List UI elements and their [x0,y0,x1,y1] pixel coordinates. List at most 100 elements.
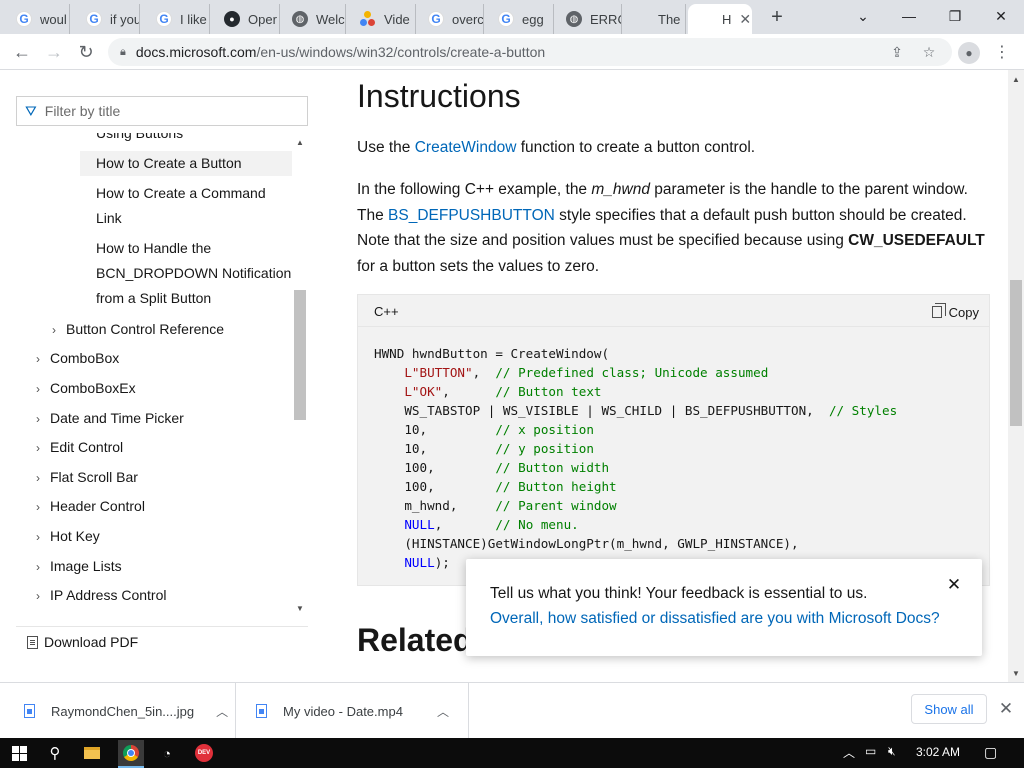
tab-title: Vide [384,11,410,27]
download-item[interactable]: RaymondChen_5in....jpg ︿ [0,683,236,739]
tab-strip: Gwoul Gif you G I like ● Oper ◍ Welc Vide G… [0,0,1024,34]
tab-github[interactable]: ● Oper [214,4,280,34]
show-all-button[interactable]: Show all [911,694,987,724]
bs-defpushbutton-link[interactable]: BS_DEFPUSHBUTTON [388,207,555,224]
close-download-bar-icon[interactable]: ✕ [995,698,1017,720]
chevron-right-icon: › [36,471,40,485]
toc-item-edit-control[interactable]: › Edit Control [36,435,123,461]
tab-google-4[interactable]: Goverc [418,4,484,34]
new-tab-button[interactable]: + [766,6,788,28]
toc-item-selected[interactable]: How to Create a Button [80,151,292,176]
filter-icon: ⛛ [25,102,37,119]
toc-item-button-control-reference[interactable]: › Button Control Reference [52,317,224,343]
table-of-contents: Using Buttons How to Create a Button How… [16,133,292,617]
tab-google-2[interactable]: Gif you [76,4,140,34]
profile-avatar-icon[interactable]: ● [958,42,980,64]
createwindow-link[interactable]: CreateWindow [415,139,517,156]
feedback-survey-link[interactable]: Overall, how satisfied or dissatisfied a… [490,610,940,628]
toc-scrollbar[interactable]: ▲ ▼ [293,133,307,617]
chevron-up-icon[interactable]: ︿ [216,703,228,720]
download-item[interactable]: My video - Date.mp4 ︿ [236,683,469,739]
share-icon[interactable]: ⇪ [886,42,908,62]
chevron-right-icon: › [36,412,40,426]
toc-item-hot-key[interactable]: › Hot Key [36,524,100,550]
code-line: 100, // Button height [374,479,617,494]
page-scroll-thumb[interactable] [1010,280,1022,426]
video-icon [360,11,376,27]
tab-video[interactable]: Vide [350,4,416,34]
tab-google-1[interactable]: Gwoul [6,4,70,34]
toc-item[interactable]: Using Buttons [96,133,183,146]
restore-icon[interactable]: ❐ [940,4,970,28]
paragraph-example: In the following C++ example, the m_hwnd… [357,177,987,279]
code-line: 10, // x position [374,422,594,437]
windows-start-icon[interactable] [9,743,29,763]
toc-label: ComboBoxEx [50,380,136,396]
tab-google-3[interactable]: G I like [146,4,210,34]
dev-app-icon[interactable]: DEV [194,743,214,763]
scroll-down-icon[interactable]: ▼ [293,601,307,615]
chevron-right-icon: › [36,441,40,455]
notifications-icon[interactable]: ▢ [984,744,997,761]
close-icon[interactable]: ✕ [944,575,964,595]
toc-item-combobox[interactable]: › ComboBox [36,346,119,372]
tab-title: H [722,11,732,27]
reload-icon[interactable]: ↻ [74,40,98,64]
minimize-icon[interactable]: — [894,4,924,28]
chevron-up-icon[interactable]: ︿ [437,703,449,720]
toc-item[interactable]: How to Handle the BCN_DROPDOWN Notificat… [96,236,292,311]
section-heading-instructions: Instructions [357,78,521,114]
text: In the following C++ example, the [357,181,592,198]
show-hidden-icons-icon[interactable]: ︿ [843,744,855,761]
scroll-down-icon[interactable]: ▼ [1008,666,1024,680]
close-tab-icon[interactable]: ✕ [739,11,751,28]
toc-item-image-lists[interactable]: › Image Lists [36,554,122,580]
forward-icon[interactable]: → [42,40,66,64]
tab-microsoft-1[interactable]: The [624,4,686,34]
toc-item[interactable]: How to Create a Command Link [96,181,286,231]
chevron-right-icon: › [36,382,40,396]
toc-item-header-control[interactable]: › Header Control [36,494,145,520]
chevron-right-icon: › [36,500,40,514]
address-bar[interactable]: 🔒︎ docs.microsoft.com/en-us/windows/win3… [108,38,952,66]
toc-item-date-time-picker[interactable]: › Date and Time Picker [36,406,184,432]
copy-button[interactable]: Copy [931,301,979,323]
scroll-up-icon[interactable]: ▲ [1008,72,1024,86]
obs-icon[interactable]: ◔ [157,743,177,763]
tab-title: The [658,11,681,27]
toc-item-ip-address-control[interactable]: › IP Address Control [36,583,166,609]
toc-scroll-thumb[interactable] [294,290,306,420]
lock-icon: 🔒︎ [120,45,126,58]
filter-input[interactable]: ⛛ Filter by title [16,96,308,126]
chevron-right-icon: › [36,560,40,574]
tab-globe-2[interactable]: ◍ ERRC [556,4,622,34]
google-icon: G [428,11,444,27]
bookmark-star-icon[interactable]: ☆ [918,42,940,62]
chrome-icon[interactable] [118,740,144,766]
paragraph-intro: Use the CreateWindow function to create … [357,135,987,161]
download-pdf-link[interactable]: Download PDF [27,630,138,654]
google-icon: G [86,11,102,27]
back-icon[interactable]: ← [10,40,34,64]
volume-muted-icon[interactable]: 🔇︎ [888,744,896,759]
tab-search-icon[interactable]: ⌄ [848,4,878,28]
search-icon[interactable]: ⚲ [45,743,65,763]
menu-dots-icon[interactable]: ⋮ [992,40,1012,64]
tab-title: Oper [248,11,277,27]
tab-title: overc [452,11,483,27]
tab-microsoft-active[interactable]: H ✕ [688,4,752,34]
toc-item-flat-scroll-bar[interactable]: › Flat Scroll Bar [36,465,138,491]
tab-google-5[interactable]: Gegg [488,4,554,34]
network-icon[interactable]: ▭ [865,744,876,758]
code-line: HWND hwndButton = CreateWindow( [374,346,610,361]
scroll-up-icon[interactable]: ▲ [293,135,307,149]
page-scrollbar[interactable]: ▲ ▼ [1008,70,1024,682]
toc-item-comboboxex[interactable]: › ComboBoxEx [36,376,136,402]
close-window-icon[interactable]: ✕ [986,4,1016,28]
chevron-right-icon: › [36,352,40,366]
file-explorer-icon[interactable] [82,743,102,763]
tab-globe-1[interactable]: ◍ Welc [282,4,346,34]
taskbar-clock[interactable]: 3:02 AM [916,745,960,759]
download-bar: RaymondChen_5in....jpg ︿ My video - Date… [0,682,1024,739]
document-icon [27,635,38,649]
